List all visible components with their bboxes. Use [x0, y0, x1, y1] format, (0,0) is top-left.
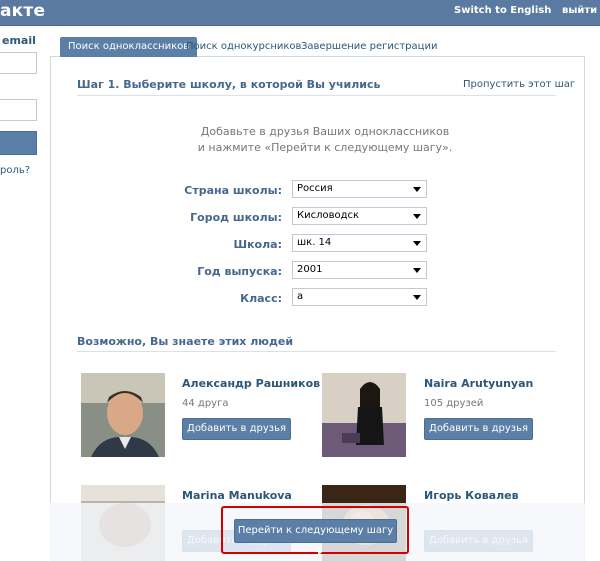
- school-value: шк. 14: [297, 237, 332, 248]
- class-select[interactable]: а: [292, 288, 427, 306]
- forgot-password-link[interactable]: роль?: [0, 165, 30, 176]
- school-select[interactable]: шк. 14: [292, 234, 427, 252]
- school-label: Школа:: [233, 238, 283, 251]
- email-field[interactable]: [0, 52, 37, 74]
- class-value: а: [297, 291, 304, 302]
- class-label: Класс:: [240, 292, 282, 305]
- avatar[interactable]: [81, 373, 165, 457]
- city-label: Город школы:: [190, 211, 282, 224]
- tab-classmates[interactable]: Поиск одноклассников: [60, 37, 198, 57]
- divider: [77, 95, 556, 96]
- year-select[interactable]: 2001: [292, 261, 427, 279]
- city-value: Кисловодск: [297, 210, 360, 221]
- logout-link[interactable]: выйти: [562, 5, 597, 16]
- next-step-label: Перейти к следующему шагу: [237, 525, 394, 536]
- description-line-2: и нажмите «Перейти к следующему шагу».: [197, 141, 453, 154]
- friends-count: 105 друзей: [424, 398, 484, 409]
- year-label: Год выпуска:: [197, 265, 282, 278]
- country-label: Страна школы:: [184, 184, 282, 197]
- city-select[interactable]: Кисловодск: [292, 207, 427, 225]
- switch-language-link[interactable]: Switch to English: [454, 5, 551, 16]
- people-you-may-know-title: Возможно, Вы знаете этих людей: [77, 335, 294, 348]
- chevron-down-icon: [413, 295, 421, 300]
- site-logo[interactable]: акте: [0, 1, 45, 21]
- add-friend-button[interactable]: Добавить в друзья: [182, 418, 291, 440]
- password-field[interactable]: [0, 99, 37, 121]
- sidebar-email-label: email: [2, 34, 36, 47]
- chevron-down-icon: [413, 268, 421, 273]
- country-select[interactable]: Россия: [292, 180, 427, 198]
- step-description: Добавьте в друзья Ваших одноклассников и…: [160, 124, 490, 156]
- top-header: акте Switch to English выйти: [0, 0, 600, 26]
- tab-finish-registration[interactable]: Завершение регистрации: [293, 37, 445, 57]
- divider: [77, 351, 556, 352]
- person-name[interactable]: Naira Arutyunyan: [424, 377, 533, 390]
- description-line-1: Добавьте в друзья Ваших одноклассников: [200, 125, 450, 138]
- chevron-down-icon: [413, 241, 421, 246]
- country-value: Россия: [297, 183, 333, 194]
- tab-coursemates[interactable]: Поиск однокурсников: [178, 37, 309, 57]
- add-friend-button[interactable]: Добавить в друзья: [424, 418, 533, 440]
- chevron-down-icon: [413, 187, 421, 192]
- friends-count: 44 друга: [182, 398, 229, 409]
- person-name[interactable]: Marina Manukova: [182, 489, 292, 502]
- step-title: Шаг 1. Выберите школу, в которой Вы учил…: [77, 78, 381, 91]
- avatar[interactable]: [322, 373, 406, 457]
- login-button[interactable]: [0, 131, 37, 155]
- skip-step-link[interactable]: Пропустить этот шаг: [463, 79, 575, 90]
- person-name[interactable]: Игорь Ковалев: [424, 489, 519, 502]
- person-name[interactable]: Александр Рашников: [182, 377, 320, 390]
- year-value: 2001: [297, 264, 323, 275]
- arrow-right-icon: [317, 548, 322, 556]
- chevron-down-icon: [413, 214, 421, 219]
- next-step-button[interactable]: Перейти к следующему шагу: [234, 519, 397, 556]
